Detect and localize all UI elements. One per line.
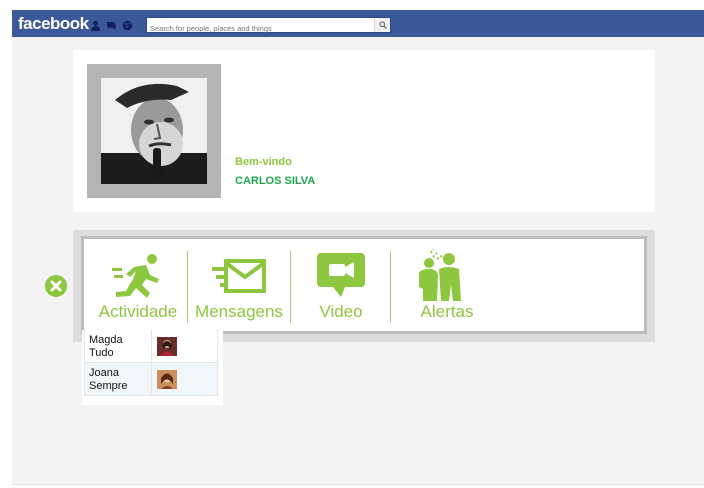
contact-row[interactable]: Joana Sempre [84, 363, 218, 396]
contact-avatar[interactable] [157, 337, 177, 356]
menu-item-label: Mensagens [195, 302, 283, 321]
app-menu: Actividade Mensagens Video Alertas [81, 236, 647, 334]
menu-item-label: Actividade [98, 302, 178, 321]
contacts-list: Magda Tudo Joana Sempre [82, 330, 223, 405]
app-menu-panel: Actividade Mensagens Video Alertas [73, 230, 655, 342]
search-button[interactable] [374, 18, 390, 32]
running-man-icon [112, 254, 159, 298]
menu-item-alertas[interactable]: Alertas [391, 239, 503, 331]
profile-photo-image [101, 78, 207, 184]
profile-photo[interactable] [87, 64, 221, 198]
menu-item-mensagens[interactable]: Mensagens [188, 239, 290, 331]
notifications-globe-icon[interactable] [122, 18, 133, 31]
envelope-icon [212, 259, 266, 293]
contact-row[interactable]: Magda Tudo [84, 330, 218, 363]
magnifier-icon [378, 21, 387, 29]
contact-name: Magda Tudo [89, 334, 123, 359]
facebook-logo[interactable]: facebook [18, 14, 89, 34]
people-alert-icon [419, 249, 461, 301]
close-circle-icon [50, 280, 62, 292]
friend-requests-icon[interactable] [90, 18, 101, 31]
contact-separator [151, 330, 152, 362]
menu-item-label: Alertas [420, 302, 474, 321]
user-name: CARLOS SILVA [235, 175, 316, 187]
search-input[interactable] [147, 21, 377, 36]
menu-item-label: Video [319, 302, 363, 321]
menu-item-actividade[interactable]: Actividade [88, 239, 188, 331]
profile-card: Bem-vindo CARLOS SILVA [73, 50, 655, 212]
welcome-text: Bem-vindo [235, 156, 292, 168]
contact-name: Joana Sempre [89, 367, 128, 392]
contact-separator [151, 363, 152, 395]
menu-item-video[interactable]: Video [291, 239, 391, 331]
messages-icon[interactable] [106, 18, 117, 30]
facebook-top-bar: facebook [12, 10, 704, 37]
search-box [146, 17, 391, 36]
contact-avatar[interactable] [157, 370, 177, 389]
close-menu-button[interactable] [45, 275, 67, 297]
video-camera-icon [317, 253, 365, 297]
